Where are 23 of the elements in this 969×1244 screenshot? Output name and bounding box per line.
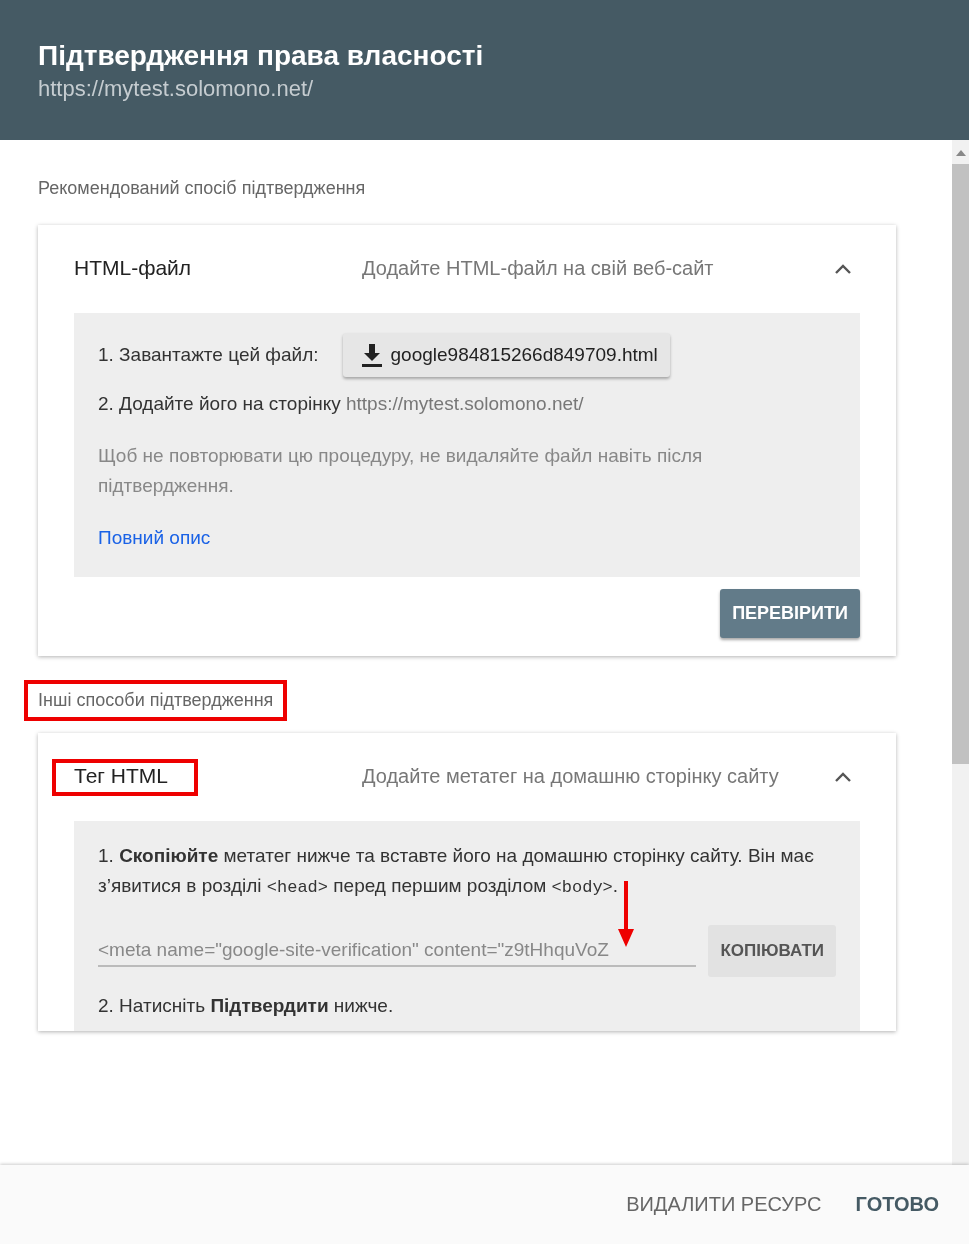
method-description: Додайте HTML-файл на свій веб-сайт (362, 256, 715, 281)
section-heading: Інші способи підтвердження (38, 690, 274, 710)
step-text: 2. Додайте його на сторінку https://mytest.solomono.net/ (98, 392, 585, 416)
method-title: Тег HTML (74, 764, 168, 787)
dialog-subtitle: https://mytest.solomono.net/ (38, 76, 315, 102)
method-title: HTML-файл (74, 255, 193, 281)
step-text: 2. Натисніть Підтвердити нижче. (98, 994, 395, 1018)
meta-tag-field[interactable]: <meta name="google-site-verification" content="z9tHhquVoZ (98, 935, 697, 967)
step-text: 1. Скопіюйте метатег нижче та вставте його на домашню сторінку сайту. Він має з’явитися в розділі <head> перед першим розділом <body>. (98, 844, 815, 899)
note-text: Щоб не повторювати цю процедуру, не видаляйте файл навіть після підтвердження. (98, 444, 704, 498)
done-button[interactable]: ГОТОВО (845, 1183, 949, 1226)
section-heading: Рекомендований спосіб підтвердження (38, 178, 367, 199)
step-label: 1. Завантажте цей файл: (98, 343, 319, 367)
delete-resource-button[interactable]: ВИДАЛИТИ РЕСУРС (616, 1183, 832, 1226)
full-description-link[interactable]: Повний опис (98, 523, 211, 553)
method-description: Додайте метатег на домашню сторінку сайту (362, 764, 780, 789)
scroll-up-icon[interactable] (954, 148, 967, 158)
download-icon (360, 343, 383, 367)
verify-button[interactable]: ПЕРЕВІРИТИ (720, 589, 860, 638)
copy-button[interactable]: КОПІЮВАТИ (708, 925, 836, 977)
dialog-title: Підтвердження права власності (38, 39, 485, 73)
download-button[interactable]: google984815266d849709.html (342, 333, 670, 377)
scrollbar[interactable] (952, 140, 969, 1165)
